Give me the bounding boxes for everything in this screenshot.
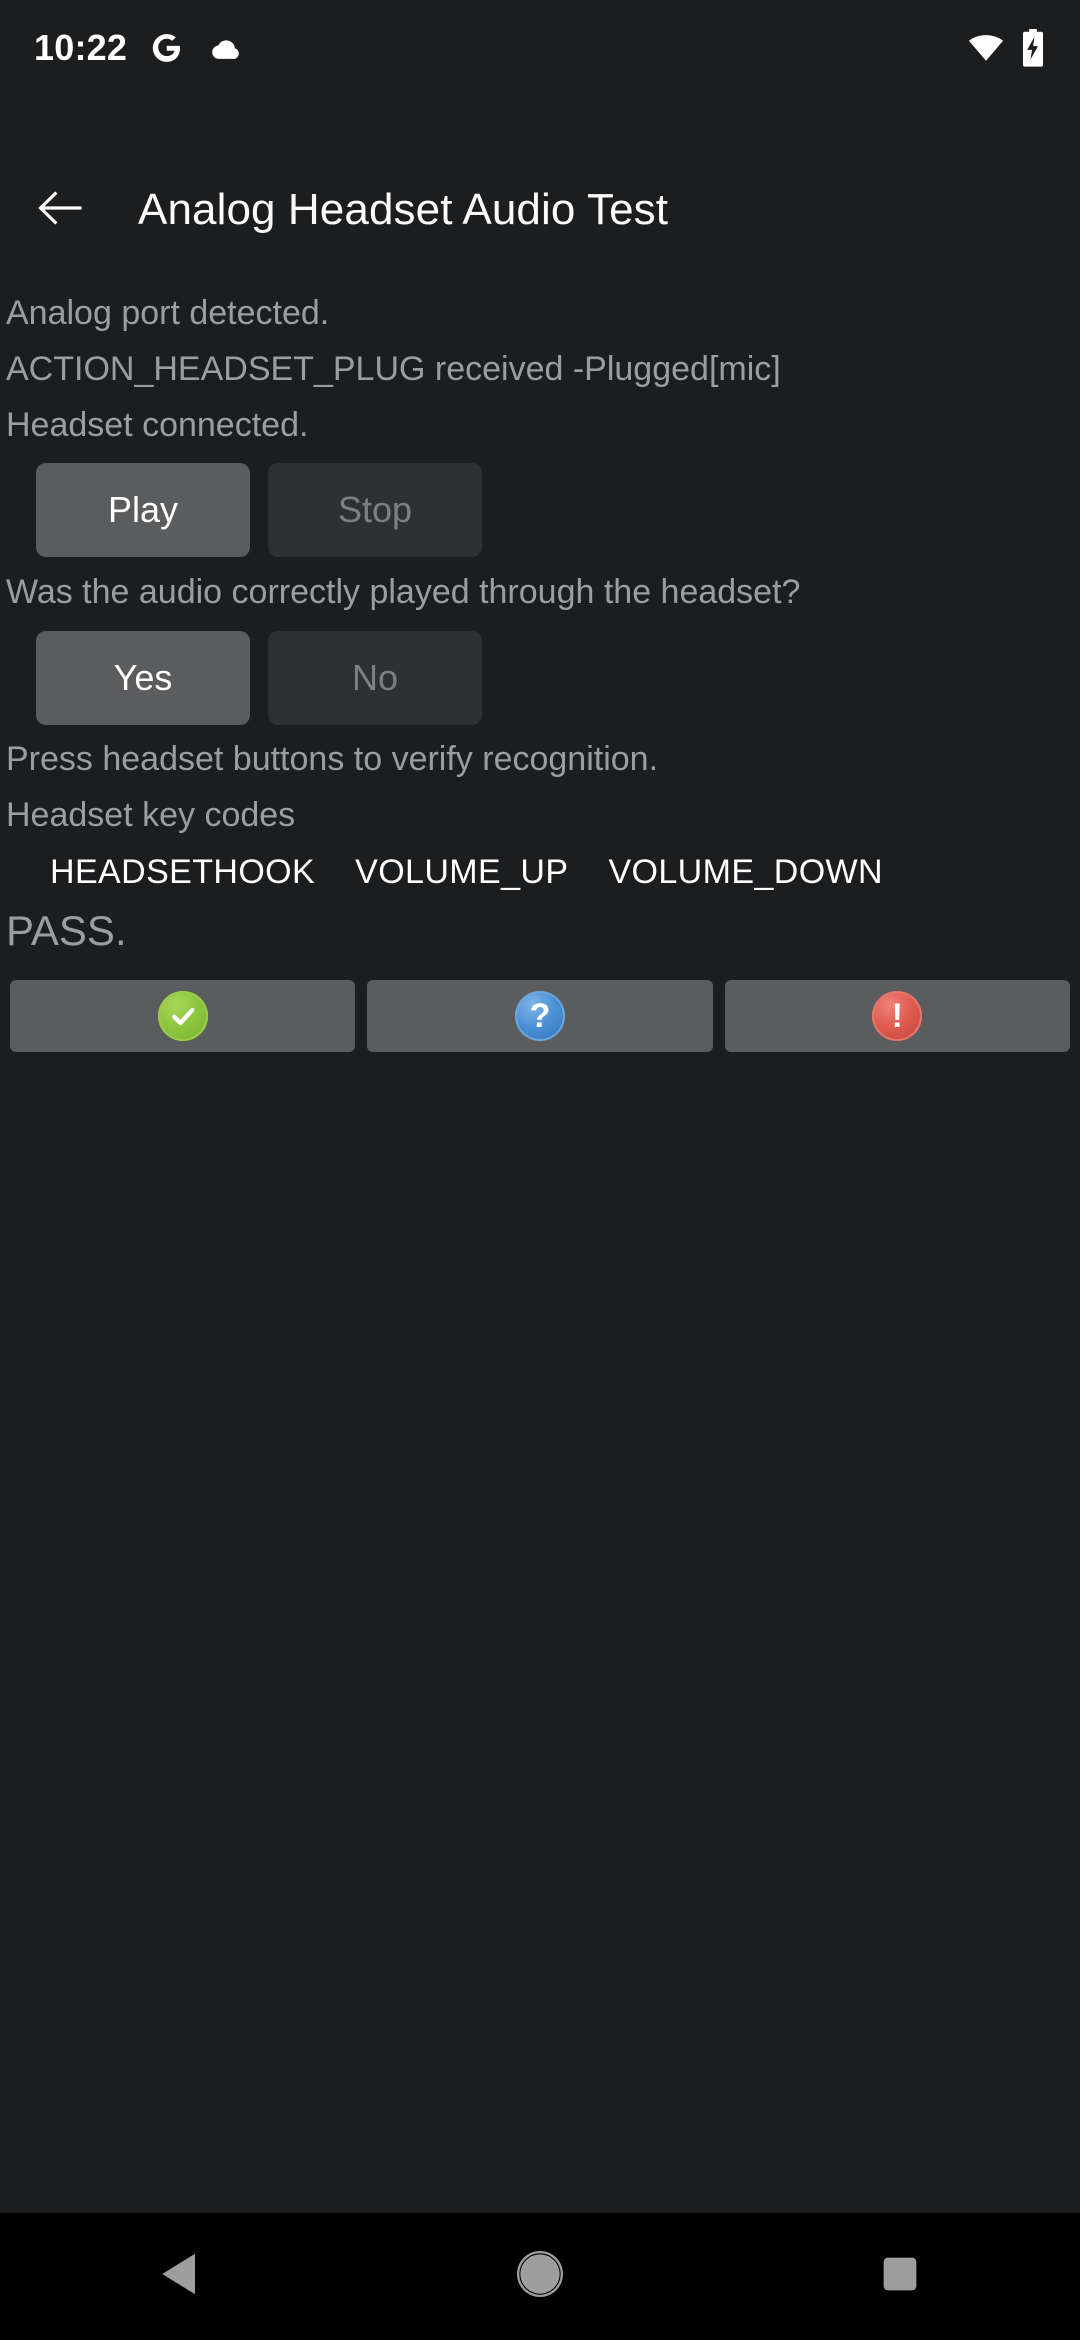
keycode-list: HEADSETHOOK VOLUME_UP VOLUME_DOWN: [0, 843, 1080, 896]
status-bar-right: [968, 29, 1046, 67]
nav-back-button[interactable]: [90, 2213, 270, 2340]
battery-charging-icon: [1020, 29, 1046, 67]
recents-nav-icon: [881, 2255, 919, 2298]
navigation-bar: [0, 2213, 1080, 2340]
app-bar: Analog Headset Audio Test: [0, 150, 1080, 270]
fail-button[interactable]: !: [724, 980, 1070, 1052]
verdict-action-bar: ? !: [0, 964, 1080, 1052]
wifi-icon: [968, 34, 1004, 62]
playback-question: Was the audio correctly played through t…: [6, 573, 801, 611]
nav-home-button[interactable]: [450, 2213, 630, 2340]
pass-button[interactable]: [10, 980, 356, 1052]
device-screen: 10:22 Analog Headset Audio Test Analog p…: [0, 0, 1080, 2340]
keycode-headsethook: HEADSETHOOK: [50, 853, 316, 891]
keycodes-label: Headset key codes: [6, 796, 296, 834]
stop-button: Stop: [268, 463, 482, 557]
test-verdict: PASS.: [6, 907, 127, 954]
status-bar-left: 10:22: [34, 27, 243, 69]
playback-button-row: Play Stop: [0, 453, 1080, 563]
page-title: Analog Headset Audio Test: [138, 185, 669, 234]
exclamation-circle-icon: !: [872, 991, 923, 1041]
arrow-left-icon: [36, 187, 84, 234]
play-button[interactable]: Play: [36, 463, 250, 557]
keycode-volume-up: VOLUME_UP: [355, 853, 569, 891]
yes-button[interactable]: Yes: [36, 631, 250, 725]
cloud-icon: [205, 33, 243, 63]
check-circle-icon: [157, 991, 208, 1041]
question-circle-icon: ?: [514, 991, 565, 1041]
nav-recents-button[interactable]: [810, 2213, 990, 2340]
test-content: Analog port detected. ACTION_HEADSET_PLU…: [0, 285, 1080, 1052]
status-line-action: ACTION_HEADSET_PLUG received -Plugged[mi…: [6, 350, 781, 388]
back-button[interactable]: [12, 162, 108, 258]
status-bar: 10:22: [0, 0, 1080, 96]
no-button: No: [268, 631, 482, 725]
home-nav-icon: [517, 2251, 563, 2302]
back-nav-icon: [159, 2251, 201, 2302]
answer-button-row: Yes No: [0, 621, 1080, 731]
info-button[interactable]: ?: [367, 980, 713, 1052]
status-bar-clock: 10:22: [34, 27, 128, 68]
status-line-port: Analog port detected.: [6, 294, 330, 332]
headset-instruction: Press headset buttons to verify recognit…: [6, 740, 659, 778]
status-line-connected: Headset connected.: [6, 406, 309, 444]
google-g-icon: [149, 31, 183, 65]
keycode-volume-down: VOLUME_DOWN: [608, 853, 883, 891]
